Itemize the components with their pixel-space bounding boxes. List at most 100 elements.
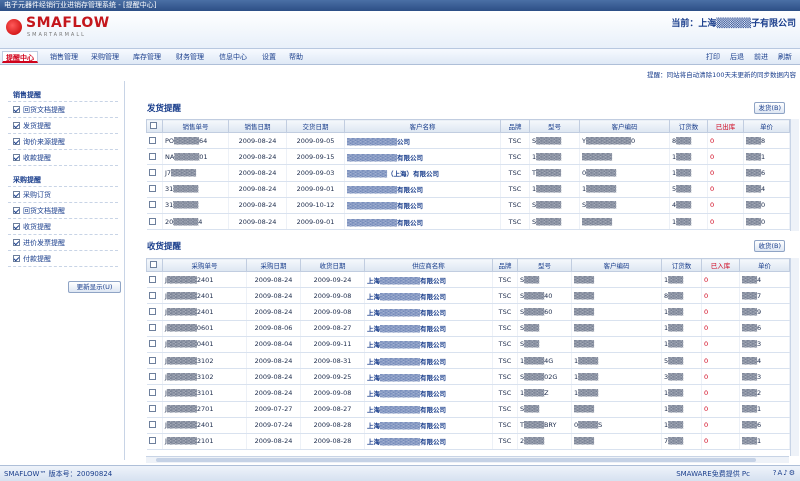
menu-purchase[interactable]: 采购管理 xyxy=(88,51,122,63)
header-supplier-name[interactable]: 供应商名称 xyxy=(364,258,493,272)
receive-table-row[interactable]: J▒▒▒▒▒▒2401 2009-08-24 2009-09-08 上海▒▒▒▒▒▒▒… xyxy=(146,287,790,305)
settings-icon[interactable]: ⚙ xyxy=(789,469,796,477)
sidebar-item-shipping[interactable]: 发货提醒 xyxy=(13,121,51,132)
ship-table-row[interactable]: PO▒▒▒▒▒64 2009-08-24 2009-09-05 ▒▒▒▒▒▒▒▒▒▒公… xyxy=(146,132,790,150)
checkbox[interactable] xyxy=(13,106,20,113)
checkbox[interactable] xyxy=(149,185,157,193)
toolbar-refresh[interactable]: 刷新 xyxy=(778,51,792,63)
row-select-cell[interactable] xyxy=(146,197,163,214)
receive-table-row[interactable]: J▒▒▒▒▒▒2401 2009-07-24 2009-08-28 上海▒▒▒▒▒▒▒… xyxy=(146,417,790,434)
menu-settings[interactable]: 设置 xyxy=(259,51,279,63)
header-purchase-date[interactable]: 采购日期 xyxy=(246,258,301,272)
refresh-display-button[interactable]: 更新显示(U) xyxy=(68,281,121,293)
checkbox[interactable] xyxy=(149,388,157,396)
header-select-all[interactable] xyxy=(146,258,163,272)
row-select-cell[interactable] xyxy=(146,417,163,434)
row-select-cell[interactable] xyxy=(146,181,163,198)
header-brand[interactable]: 品牌 xyxy=(500,119,530,133)
checkbox[interactable] xyxy=(149,324,157,332)
row-select-cell[interactable] xyxy=(146,303,163,321)
header-unit-price[interactable]: 单价 xyxy=(743,119,790,133)
checkbox[interactable] xyxy=(149,291,157,299)
header-purchase-no[interactable]: 采购单号 xyxy=(162,258,247,272)
row-select-cell[interactable] xyxy=(146,148,163,166)
header-receive-date[interactable]: 收货日期 xyxy=(300,258,365,272)
checkbox[interactable] xyxy=(149,168,157,176)
row-select-cell[interactable] xyxy=(146,433,163,451)
receive-table-row[interactable]: J▒▒▒▒▒▒0401 2009-08-04 2009-09-11 上海▒▒▒▒▒▒▒… xyxy=(146,336,790,353)
checkbox[interactable] xyxy=(149,261,157,268)
receive-table-row[interactable]: J▒▒▒▒▒▒0601 2009-08-06 2009-08-27 上海▒▒▒▒▒▒▒… xyxy=(146,320,790,337)
header-order-qty[interactable]: 订货数 xyxy=(669,119,708,133)
checkbox[interactable] xyxy=(13,223,20,230)
ship-table-row[interactable]: 31▒▒▒▒▒ 2009-08-24 2009-09-01 ▒▒▒▒▒▒▒▒▒▒有限公… xyxy=(146,181,790,198)
menu-help[interactable]: 帮助 xyxy=(286,51,306,63)
receive-table-row[interactable]: J▒▒▒▒▒▒2101 2009-08-24 2009-08-28 上海▒▒▒▒▒▒▒… xyxy=(146,433,790,451)
checkbox[interactable] xyxy=(149,356,157,364)
header-customer-name[interactable]: 客户名称 xyxy=(344,119,501,133)
sidebar-item-purchase-invoice[interactable]: 进价发票提醒 xyxy=(13,238,65,249)
header-received[interactable]: 已入库 xyxy=(701,258,740,272)
sidebar-item-sales-return-doc[interactable]: 回货文档提醒 xyxy=(13,105,65,116)
row-select-cell[interactable] xyxy=(146,352,163,370)
sidebar-item-receiving[interactable]: 收货提醒 xyxy=(13,222,51,233)
sidebar-item-payment[interactable]: 付款提醒 xyxy=(13,254,51,265)
scrollbar-thumb[interactable] xyxy=(156,458,756,462)
checkbox[interactable] xyxy=(149,372,157,380)
receive-table-row[interactable]: J▒▒▒▒▒▒3102 2009-08-24 2009-08-31 上海▒▒▒▒▒▒▒… xyxy=(146,352,790,370)
header-customer-code[interactable]: 客户编码 xyxy=(571,258,662,272)
menu-finance[interactable]: 财务管理 xyxy=(173,51,207,63)
checkbox[interactable] xyxy=(13,255,20,262)
menu-reminder-center[interactable]: 提醒中心 xyxy=(2,51,38,63)
checkbox[interactable] xyxy=(13,122,20,129)
menu-info-center[interactable]: 信息中心 xyxy=(216,51,250,63)
ship-button[interactable]: 发货(B) xyxy=(754,102,785,114)
checkbox[interactable] xyxy=(149,217,157,225)
header-sales-no[interactable]: 销售单号 xyxy=(162,119,229,133)
checkbox[interactable] xyxy=(13,191,20,198)
checkbox[interactable] xyxy=(13,239,20,246)
row-select-cell[interactable] xyxy=(146,213,163,231)
row-select-cell[interactable] xyxy=(146,384,163,402)
receive-table-row[interactable]: J▒▒▒▒▒▒2401 2009-08-24 2009-09-08 上海▒▒▒▒▒▒▒… xyxy=(146,303,790,321)
checkbox[interactable] xyxy=(13,207,20,214)
row-select-cell[interactable] xyxy=(146,336,163,353)
row-select-cell[interactable] xyxy=(146,320,163,337)
checkbox[interactable] xyxy=(149,421,157,429)
checkbox[interactable] xyxy=(13,154,20,161)
row-select-cell[interactable] xyxy=(146,271,163,289)
checkbox[interactable] xyxy=(149,307,157,315)
sidebar-item-purchase-return-doc[interactable]: 回货文档提醒 xyxy=(13,206,65,217)
ship-table-scrollbar[interactable] xyxy=(790,119,799,231)
checkbox[interactable] xyxy=(149,122,157,129)
sidebar-item-inquiry-source[interactable]: 询价来源提醒 xyxy=(13,137,65,148)
checkbox[interactable] xyxy=(149,340,157,348)
row-select-cell[interactable] xyxy=(146,368,163,386)
receive-table-row[interactable]: J▒▒▒▒▒▒2701 2009-07-27 2009-08-27 上海▒▒▒▒▒▒▒… xyxy=(146,401,790,418)
receive-table-row[interactable]: J▒▒▒▒▒▒3101 2009-08-24 2009-09-08 上海▒▒▒▒▒▒▒… xyxy=(146,384,790,402)
checkbox[interactable] xyxy=(149,405,157,413)
receive-button[interactable]: 收货(B) xyxy=(754,240,785,252)
checkbox[interactable] xyxy=(149,437,157,445)
header-brand[interactable]: 品牌 xyxy=(492,258,518,272)
header-model[interactable]: 型号 xyxy=(517,258,572,272)
row-select-cell[interactable] xyxy=(146,164,163,182)
row-select-cell[interactable] xyxy=(146,401,163,418)
header-unit-price[interactable]: 单价 xyxy=(739,258,790,272)
toolbar-print[interactable]: 打印 xyxy=(706,51,720,63)
sidebar-item-collection[interactable]: 收款提醒 xyxy=(13,153,51,164)
checkbox[interactable] xyxy=(149,136,157,144)
header-sales-date[interactable]: 销售日期 xyxy=(228,119,287,133)
header-select-all[interactable] xyxy=(146,119,163,133)
ship-table-row[interactable]: NA▒▒▒▒▒01 2009-08-24 2009-09-15 ▒▒▒▒▒▒▒▒▒▒有… xyxy=(146,148,790,166)
toolbar-forward[interactable]: 前进 xyxy=(754,51,768,63)
toolbar-back[interactable]: 后退 xyxy=(730,51,744,63)
sidebar-item-purchase-order[interactable]: 采购订货 xyxy=(13,190,51,201)
checkbox[interactable] xyxy=(149,201,157,209)
menu-sales[interactable]: 销售管理 xyxy=(47,51,81,63)
row-select-cell[interactable] xyxy=(146,132,163,150)
receive-table-scrollbar[interactable] xyxy=(790,258,799,456)
menu-inventory[interactable]: 库存管理 xyxy=(130,51,164,63)
ship-table-row[interactable]: 20▒▒▒▒▒4 2009-08-24 2009-09-01 ▒▒▒▒▒▒▒▒▒▒有限… xyxy=(146,213,790,231)
header-customer-code[interactable]: 客户编码 xyxy=(579,119,670,133)
